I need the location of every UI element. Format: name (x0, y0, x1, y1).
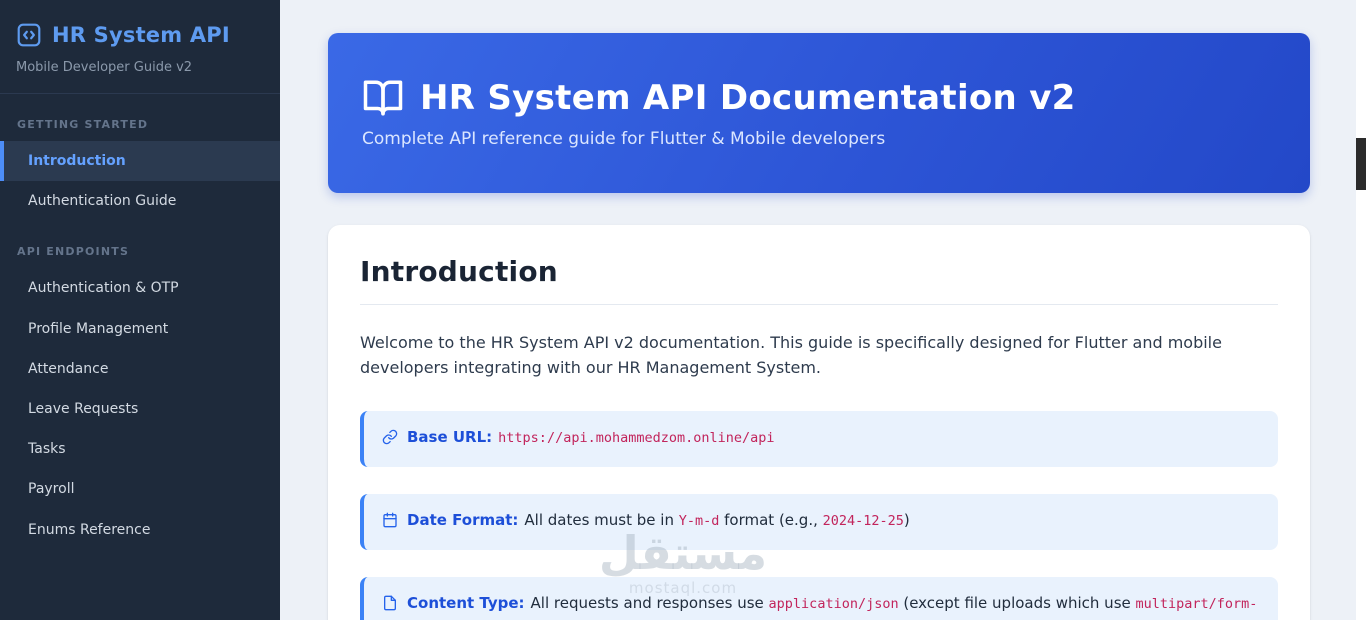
sidebar-header: HR System API Mobile Developer Guide v2 (0, 0, 280, 94)
sidebar-item-enums-reference[interactable]: Enums Reference (0, 510, 280, 550)
callout-text: All dates must be in (524, 510, 679, 529)
callout-base-url: Base URL: https://api.mohammedzom.online/… (360, 410, 1278, 467)
nav-section-api-endpoints: API ENDPOINTS (17, 245, 130, 259)
callout-text: ) (903, 510, 910, 529)
introduction-card: Introduction Welcome to the HR System AP… (328, 225, 1310, 620)
callout-content-type: Content Type: All requests and responses … (360, 577, 1278, 620)
scrollbar-track[interactable] (1356, 0, 1366, 620)
scrollbar-thumb[interactable] (1356, 138, 1366, 190)
calendar-icon (382, 512, 398, 535)
section-heading-introduction: Introduction (360, 255, 558, 288)
callout-date-format: Date Format: All dates must be in Y-m-d f… (360, 493, 1278, 551)
app-subtitle: Mobile Developer Guide v2 (16, 60, 193, 75)
callout-label: Date Format: (407, 510, 519, 529)
date-example-code: 2024-12-25 (822, 512, 904, 529)
sidebar-item-tasks[interactable]: Tasks (0, 429, 280, 469)
content-type-code: application/json (768, 596, 899, 613)
callout-text: All requests and responses use (530, 594, 769, 613)
open-book-icon (362, 77, 404, 119)
intro-paragraph: Welcome to the HR System API v2 document… (360, 333, 1222, 377)
hero-banner: HR System API Documentation v2 Complete … (328, 33, 1310, 193)
callout-label: Content Type: (407, 594, 525, 613)
sidebar-item-introduction[interactable]: Introduction (0, 141, 280, 182)
sidebar-nav: GETTING STARTED Introduction Authenticat… (0, 94, 280, 550)
date-format-code: Y-m-d (678, 512, 720, 529)
sidebar-item-profile-management[interactable]: Profile Management (0, 309, 280, 349)
code-brackets-icon (16, 22, 42, 48)
callout-text: format (e.g., (719, 510, 823, 529)
sidebar-item-authentication-guide[interactable]: Authentication Guide (0, 181, 280, 221)
callout-label: Base URL: (407, 427, 493, 446)
heading-divider (360, 304, 1278, 305)
hero-subtitle: Complete API reference guide for Flutter… (362, 129, 886, 149)
sidebar-item-payroll[interactable]: Payroll (0, 469, 280, 509)
link-icon (382, 429, 398, 452)
main-content: HR System API Documentation v2 Complete … (280, 0, 1366, 620)
sidebar-item-attendance[interactable]: Attendance (0, 349, 280, 389)
sidebar-item-leave-requests[interactable]: Leave Requests (0, 389, 280, 429)
sidebar-item-authentication-otp[interactable]: Authentication & OTP (0, 268, 280, 308)
app-title: HR System API (52, 23, 230, 47)
page-title: HR System API Documentation v2 (420, 78, 1076, 118)
sidebar: HR System API Mobile Developer Guide v2 … (0, 0, 280, 620)
base-url-code: https://api.mohammedzom.online/api (498, 429, 775, 446)
nav-section-getting-started: GETTING STARTED (17, 118, 149, 131)
callout-text: (except file uploads which use (898, 594, 1136, 613)
file-icon (382, 595, 398, 618)
